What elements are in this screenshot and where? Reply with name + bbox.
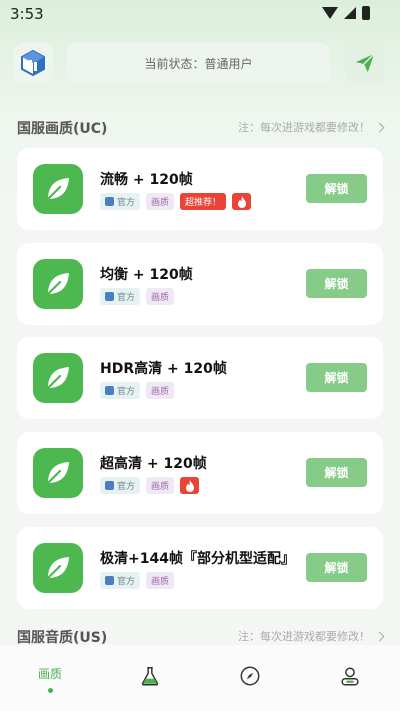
top-bar: 当前状态：普通用户 [0,43,400,83]
official-tag: 官方 [100,477,141,494]
card-tags: 官方 画质 [100,477,200,494]
section-title: 国服音质(US) [17,630,108,646]
section-note-text: 注：每次进游戏都要修改！ [238,121,370,134]
quality-tag: 画质 [146,193,175,210]
leaf-icon [33,448,83,498]
card-tags: 官方 画质 [100,382,175,399]
chevron-right-icon [374,122,385,132]
official-tag: 官方 [100,288,141,305]
card-title: HDR高清 + 120帧 [100,361,227,377]
official-tag: 官方 [100,193,141,210]
chevron-right-icon [374,631,385,641]
leaf-icon [33,259,83,309]
status-time: 3:53 [10,5,44,23]
nav-tab-profile[interactable] [310,645,390,711]
signal-icon [344,7,356,19]
card-tags: 官方 画质 超推荐！ [100,193,252,210]
cube-logo-icon [21,49,45,77]
quality-card: 流畅 + 120帧 官方 画质 超推荐！ 解锁 [17,148,383,230]
unlock-button[interactable]: 解锁 [306,458,367,487]
section-note-link[interactable]: 注：每次进游戏都要修改！ [238,628,385,644]
section-header-uc: 国服画质(UC) 注：每次进游戏都要修改！ [17,118,385,138]
send-icon [355,53,375,73]
quality-tag: 画质 [146,288,175,305]
card-title: 极清+144帧『部分机型适配』 [100,551,295,567]
official-tag: 官方 [100,382,141,399]
unlock-button[interactable]: 解锁 [306,553,367,582]
flask-icon [141,667,159,686]
wifi-icon [322,7,338,19]
quality-card: HDR高清 + 120帧 官方 画质 解锁 [17,337,383,419]
battery-icon [362,6,370,20]
status-icons [322,6,370,20]
section-note-text: 注：每次进游戏都要修改！ [238,630,370,643]
official-logo-icon [105,576,114,585]
app-logo-button[interactable] [13,43,53,83]
nav-tab-label: 画质 [37,667,62,681]
card-title: 均衡 + 120帧 [100,267,193,283]
compass-icon [240,666,260,686]
user-icon [341,667,359,686]
leaf-icon [33,353,83,403]
recommended-tag: 超推荐！ [180,193,227,210]
leaf-icon [33,543,83,593]
quality-tag: 画质 [146,477,175,494]
fire-icon [180,477,200,494]
active-indicator-dot [47,688,53,693]
card-title: 流畅 + 120帧 [100,172,193,188]
card-title: 超高清 + 120帧 [100,456,207,472]
nav-tab-quality[interactable]: 画质 [10,645,90,711]
section-header-us: 国服音质(US) 注：每次进游戏都要修改！ [17,627,385,647]
quality-card: 超高清 + 120帧 官方 画质 解锁 [17,432,383,514]
card-tags: 官方 画质 [100,288,175,305]
card-tags: 官方 画质 [100,572,175,589]
official-logo-icon [105,481,114,490]
unlock-button[interactable]: 解锁 [306,269,367,298]
send-button[interactable] [345,43,385,83]
official-logo-icon [105,292,114,301]
quality-card: 均衡 + 120帧 官方 画质 解锁 [17,243,383,325]
official-logo-icon [105,386,114,395]
status-bar: 3:53 [0,0,400,28]
nav-tab-discover[interactable] [210,645,290,711]
nav-tab-lab[interactable] [110,645,190,711]
quality-tag: 画质 [146,382,175,399]
official-tag: 官方 [100,572,141,589]
quality-card: 极清+144帧『部分机型适配』 官方 画质 解锁 [17,527,383,609]
fire-icon [232,193,252,210]
section-note-link[interactable]: 注：每次进游戏都要修改！ [238,119,385,135]
quality-tag: 画质 [146,572,175,589]
user-status-text: 当前状态：普通用户 [144,56,253,71]
section-title: 国服画质(UC) [17,121,108,137]
unlock-button[interactable]: 解锁 [306,174,367,203]
official-logo-icon [105,197,114,206]
user-status-display: 当前状态：普通用户 [67,43,330,83]
unlock-button[interactable]: 解锁 [306,363,367,392]
bottom-navigation: 画质 [0,645,400,711]
leaf-icon [33,164,83,214]
